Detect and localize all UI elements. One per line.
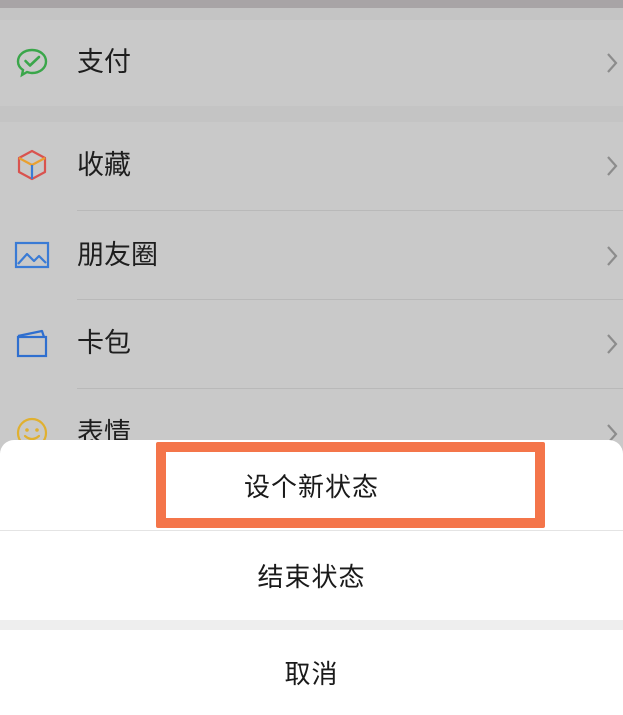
top-edge-strip bbox=[0, 0, 623, 8]
sheet-cancel-gap bbox=[0, 620, 623, 630]
moments-picture-icon bbox=[14, 237, 50, 273]
chevron-right-icon bbox=[607, 334, 618, 354]
menu-item-label: 支付 bbox=[77, 47, 131, 78]
menu-item-moments[interactable]: 朋友圈 bbox=[0, 211, 623, 299]
menu-group-pay: 支付 bbox=[0, 20, 623, 106]
wechat-pay-icon bbox=[14, 45, 50, 81]
chevron-right-icon bbox=[607, 246, 618, 266]
set-new-status-button[interactable]: 设个新状态 bbox=[0, 440, 623, 530]
menu-item-label: 卡包 bbox=[77, 328, 131, 359]
menu-item-favorites[interactable]: 收藏 bbox=[0, 122, 623, 210]
status-action-sheet: 设个新状态 结束状态 取消 bbox=[0, 440, 623, 715]
menu-item-pay[interactable]: 支付 bbox=[0, 20, 623, 106]
menu-item-label: 收藏 bbox=[77, 150, 131, 181]
menu-group-main: 收藏 朋友圈 卡包 表情 bbox=[0, 122, 623, 452]
end-status-button[interactable]: 结束状态 bbox=[0, 531, 623, 619]
chevron-right-icon bbox=[607, 53, 618, 73]
cancel-button[interactable]: 取消 bbox=[0, 630, 623, 715]
chevron-right-icon bbox=[607, 156, 618, 176]
menu-item-label: 朋友圈 bbox=[77, 240, 158, 271]
card-wallet-icon bbox=[14, 325, 50, 361]
menu-item-card-wallet[interactable]: 卡包 bbox=[0, 300, 623, 388]
favorites-cube-icon bbox=[14, 147, 50, 183]
